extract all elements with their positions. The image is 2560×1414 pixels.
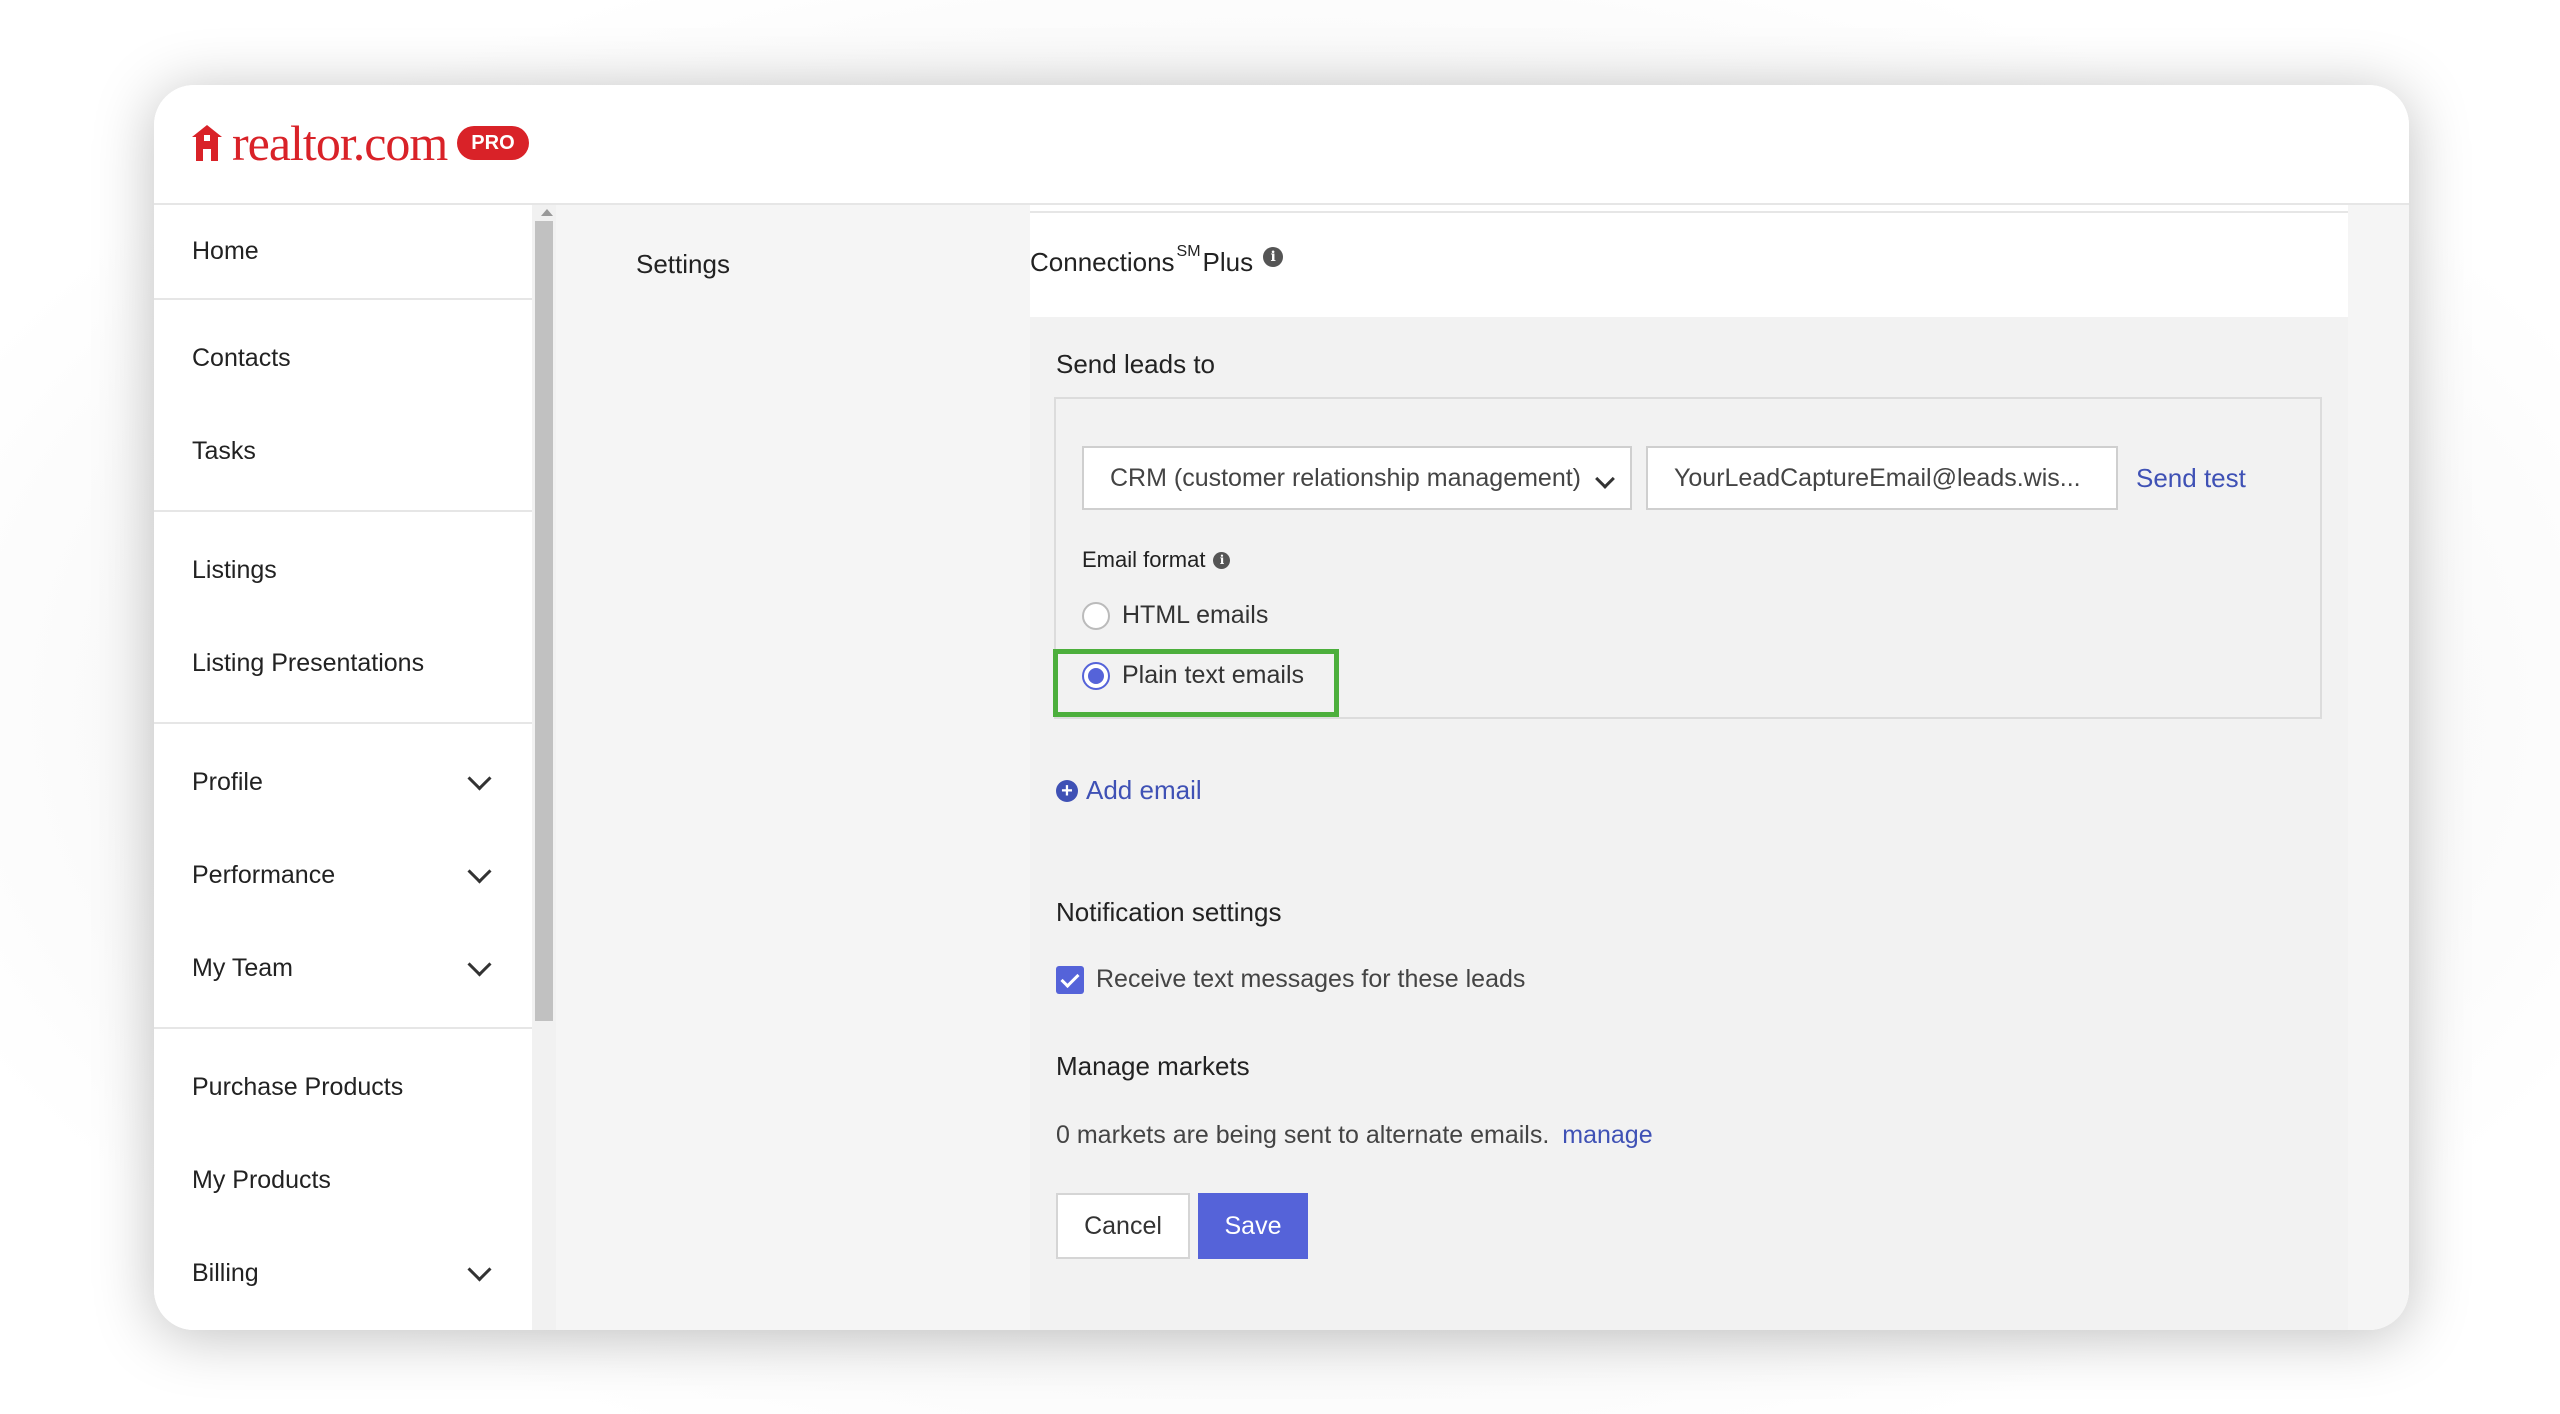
sidebar-item-listing-presentations[interactable]: Listing Presentations xyxy=(154,617,532,710)
chevron-down-icon xyxy=(467,952,492,977)
connections-title-text: Connections xyxy=(1030,247,1175,277)
lead-email-value: YourLeadCaptureEmail@leads.wis... xyxy=(1674,463,2081,492)
chevron-down-icon xyxy=(467,859,492,884)
realtor-logo[interactable]: realtor.com PRO xyxy=(190,113,529,173)
cancel-button[interactable]: Cancel xyxy=(1056,1193,1190,1259)
checkbox-checked[interactable] xyxy=(1056,965,1084,994)
app-window: realtor.com PRO Home Contacts Tasks Listing… xyxy=(154,85,2409,1330)
scrollbar-thumb[interactable] xyxy=(535,221,553,1021)
radio-label: HTML emails xyxy=(1122,601,1269,629)
sidebar-item-label: Purchase Products xyxy=(192,1073,404,1101)
nav-group: Home xyxy=(154,205,532,300)
sidebar-item-label: Home xyxy=(192,237,259,265)
sidebar-item-home[interactable]: Home xyxy=(154,205,532,298)
connections-plus-title: Connections SM Plus i xyxy=(1030,243,1284,278)
save-button[interactable]: Save xyxy=(1198,1193,1308,1259)
radio-html-emails[interactable]: HTML emails xyxy=(1082,601,1268,630)
sidebar-item-performance[interactable]: Performance xyxy=(154,829,532,922)
send-leads-label: Send leads to xyxy=(1056,349,1216,379)
chevron-down-icon xyxy=(467,1257,492,1282)
radio-label: Plain text emails xyxy=(1122,661,1305,689)
radio-plain-text-emails[interactable]: Plain text emails xyxy=(1082,661,1304,690)
sidebar-item-listings[interactable]: Listings xyxy=(154,524,532,617)
scroll-up-arrow-icon[interactable] xyxy=(541,209,553,216)
sidebar-item-my-team[interactable]: My Team xyxy=(154,922,532,1015)
lead-email-input[interactable]: YourLeadCaptureEmail@leads.wis... xyxy=(1646,446,2118,510)
destination-select-value: CRM (customer relationship management) xyxy=(1110,463,1582,492)
send-test-link[interactable]: Send test xyxy=(2136,463,2246,494)
settings-label: Settings xyxy=(636,249,730,279)
nav-group: Contacts Tasks xyxy=(154,300,532,512)
settings-column: Settings xyxy=(556,205,1006,1330)
add-email-link[interactable]: + Add email xyxy=(1056,775,1202,806)
sidebar-item-label: Profile xyxy=(192,768,263,796)
connections-title-suffix: Plus xyxy=(1202,247,1254,277)
info-icon[interactable]: i xyxy=(1263,247,1284,267)
sidebar-item-profile[interactable]: Profile xyxy=(154,736,532,829)
manage-markets-title: Manage markets xyxy=(1056,1051,1250,1081)
divider xyxy=(1030,211,2348,213)
radio-button[interactable] xyxy=(1082,601,1110,630)
lead-destination-box: CRM (customer relationship management) Y… xyxy=(1053,397,2322,719)
sidebar-item-label: Billing xyxy=(192,1259,259,1287)
nav-group: Listings Listing Presentations xyxy=(154,512,532,724)
sms-checkbox-row[interactable]: Receive text messages for these leads xyxy=(1056,965,1525,994)
add-email-label: Add email xyxy=(1086,775,1202,805)
connections-panel: Connections SM Plus i Send leads to CRM … xyxy=(1030,205,2348,1330)
sidebar-item-tasks[interactable]: Tasks xyxy=(154,405,532,498)
notification-settings-title: Notification settings xyxy=(1056,897,1282,927)
radio-button-selected[interactable] xyxy=(1082,661,1110,690)
info-icon[interactable]: i xyxy=(1213,551,1231,569)
markets-status-text: 0 markets are being sent to alternate em… xyxy=(1056,1121,1550,1149)
sidebar-item-label: My Products xyxy=(192,1166,331,1194)
manage-link[interactable]: manage xyxy=(1562,1121,1652,1149)
chevron-down-icon xyxy=(467,766,492,791)
plus-circle-icon: + xyxy=(1056,779,1078,802)
brand-name: realtor.com xyxy=(232,115,448,171)
sidebar-item-label: Listings xyxy=(192,556,277,584)
sidebar-item-my-products[interactable]: My Products xyxy=(154,1134,532,1227)
nav-group: Profile Performance My Team xyxy=(154,724,532,1029)
sidebar-item-label: Contacts xyxy=(192,344,291,372)
sms-label: Receive text messages for these leads xyxy=(1096,965,1526,993)
chevron-down-icon xyxy=(1595,469,1615,489)
top-header: realtor.com PRO xyxy=(154,85,2409,205)
sidebar-item-purchase-products[interactable]: Purchase Products xyxy=(154,1041,532,1134)
email-format-label: Email format i xyxy=(1082,547,1231,573)
sidebar-item-label: Listing Presentations xyxy=(192,649,425,677)
sidebar-nav: Home Contacts Tasks Listings Listing Present… xyxy=(154,205,532,1330)
sidebar-scrollbar[interactable] xyxy=(532,205,556,1330)
markets-status: 0 markets are being sent to alternate em… xyxy=(1056,1121,1653,1150)
pro-badge: PRO xyxy=(457,126,529,160)
house-icon xyxy=(190,123,224,163)
nav-group: Purchase Products My Products Billing xyxy=(154,1029,532,1330)
destination-select[interactable]: CRM (customer relationship management) xyxy=(1082,446,1632,510)
content-area: Connections SM Plus i Send leads to CRM … xyxy=(1006,205,2409,1330)
sidebar-item-contacts[interactable]: Contacts xyxy=(154,312,532,405)
sidebar-item-label: My Team xyxy=(192,954,293,982)
sidebar-item-label: Performance xyxy=(192,861,336,889)
sidebar-item-label: Tasks xyxy=(192,437,256,465)
service-mark: SM xyxy=(1176,243,1201,260)
sidebar-item-billing[interactable]: Billing xyxy=(154,1227,532,1320)
lead-settings-box: Send leads to CRM (customer relationship… xyxy=(1030,317,2348,1330)
email-format-text: Email format xyxy=(1082,547,1206,572)
